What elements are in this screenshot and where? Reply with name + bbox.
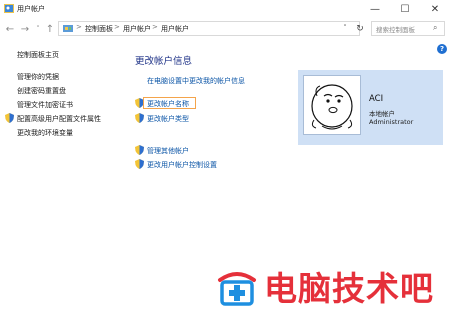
shield-icon [135,113,144,123]
breadcrumb-separator: > [114,23,120,31]
uac-settings-link[interactable]: 更改用户帐户控制设置 [147,160,217,170]
user-accounts-app-icon [4,4,14,13]
back-button[interactable]: ← [4,23,16,35]
search-icon: ⌕ [433,23,438,32]
manage-other-accounts-link[interactable]: 管理其他帐户 [147,146,189,156]
chevron-down-icon: ˅ [36,25,40,33]
sidebar-item-advanced-profile-properties[interactable]: 配置高级用户配置文件属性 [17,114,101,124]
maximize-icon: ☐ [400,3,410,15]
shield-icon [5,113,14,123]
forward-arrow-icon: → [20,23,30,35]
help-icon: ? [439,45,445,53]
watermark-text: 电脑技术吧 [264,269,434,308]
refresh-button[interactable]: ↻ [352,21,368,36]
recent-locations-button[interactable]: ˅ [32,23,44,35]
up-arrow-icon: ↑ [45,23,55,35]
avatar[interactable] [303,75,361,135]
shield-icon [135,159,144,169]
control-panel-icon [63,25,73,32]
close-icon: ✕ [430,3,440,15]
breadcrumb-control-panel[interactable]: 控制面板 [85,24,113,34]
page-heading: 更改帐户信息 [135,56,193,67]
account-type: 本地帐户 [369,110,395,118]
watermark-logo-icon [218,272,256,306]
maximize-button[interactable]: ☐ [390,0,420,18]
refresh-icon: ↻ [356,23,364,34]
sidebar-item-control-panel-home[interactable]: 控制面板主页 [17,50,59,60]
breadcrumb-separator: > [152,23,158,31]
breadcrumb-user-accounts-current[interactable]: 用户帐户 [161,24,189,34]
sidebar-item-password-reset-disk[interactable]: 创建密码重置盘 [17,86,66,96]
close-button[interactable]: ✕ [420,0,450,18]
sidebar-item-environment-variables[interactable]: 更改我的环境变量 [17,128,73,138]
back-arrow-icon: ← [5,23,15,35]
up-button[interactable]: ↑ [44,23,56,35]
breadcrumb-separator: > [76,23,82,31]
chevron-down-icon: ˅ [343,24,347,32]
breadcrumb-user-accounts[interactable]: 用户帐户 [123,24,151,34]
address-dropdown-button[interactable]: ˅ [338,22,352,34]
sidebar-item-encryption-certificates[interactable]: 管理文件加密证书 [17,100,73,110]
shield-icon [135,145,144,155]
search-placeholder: 搜索控制面板 [376,26,415,34]
avatar-drawing [311,84,353,130]
minimize-button[interactable]: — [360,0,390,18]
change-account-type-link[interactable]: 更改帐户类型 [147,114,189,124]
window-title: 用户帐户 [17,5,45,13]
forward-button[interactable]: → [19,23,31,35]
help-button[interactable]: ? [437,44,447,54]
sidebar-item-manage-credentials[interactable]: 管理你的凭据 [17,72,59,82]
pc-settings-account-link[interactable]: 在电脑设置中更改我的帐户信息 [147,76,245,86]
account-role: Administrator [369,118,414,126]
minimize-icon: — [370,3,380,15]
account-name: ACI [369,94,384,104]
change-account-name-link[interactable]: 更改帐户名称 [147,99,189,109]
